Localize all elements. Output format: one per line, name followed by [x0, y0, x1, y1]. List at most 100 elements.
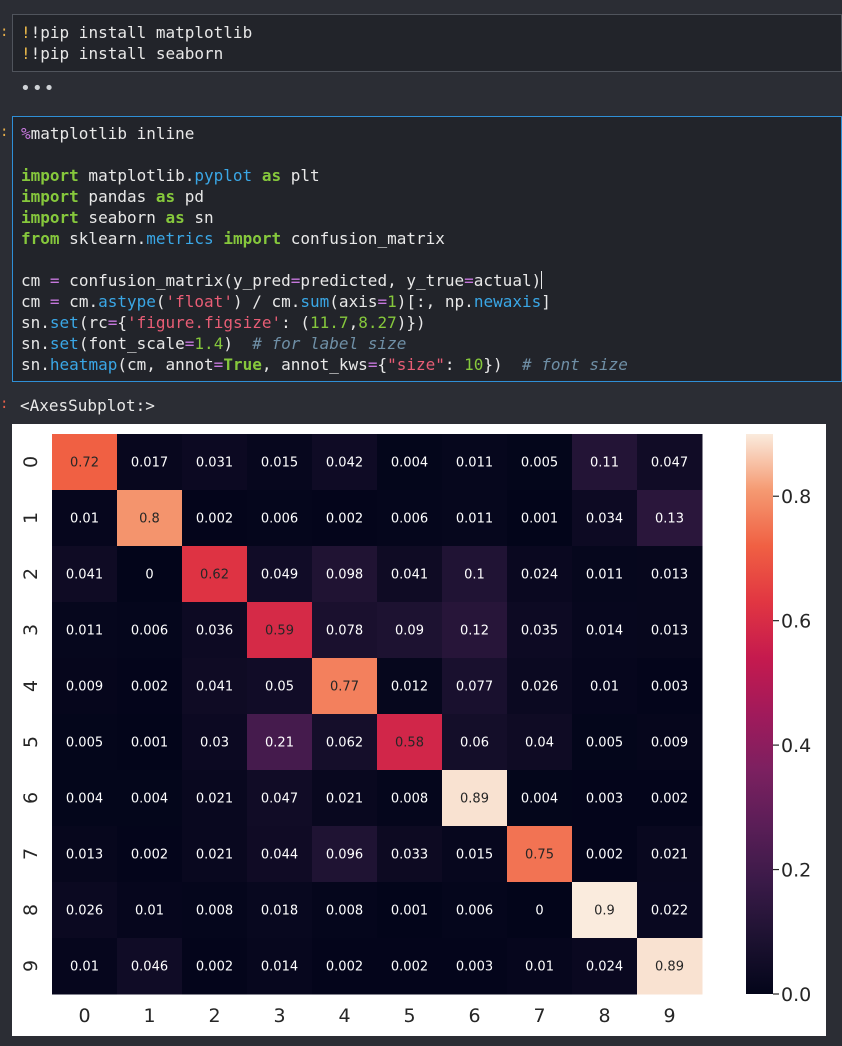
heatmap-cell-annotation: 0.014 [586, 624, 623, 639]
heatmap-cell-annotation: 0.042 [326, 456, 363, 471]
heatmap-cell-annotation: 0.9 [594, 904, 615, 919]
heatmap-cell-annotation: 0.008 [326, 904, 363, 919]
code-line: sn.set(font_scale=1.4) # for label size [21, 334, 407, 353]
heatmap-cell-annotation: 0.015 [261, 456, 298, 471]
y-tick-label: 5 [20, 736, 42, 748]
heatmap-cell-annotation: 0.006 [456, 904, 493, 919]
heatmap-cell-annotation: 0.017 [131, 456, 168, 471]
code-line: sn.heatmap(cm, annot=True, annot_kws={"s… [21, 355, 628, 374]
code-line: import seaborn as sn [21, 208, 214, 227]
heatmap-cell-annotation: 0.89 [655, 960, 684, 975]
heatmap-cell-annotation: 0.002 [131, 848, 168, 863]
code-cell-heatmap-source[interactable]: %matplotlib inline import matplotlib.pyp… [13, 117, 841, 375]
heatmap-cell-annotation: 0.002 [391, 960, 428, 975]
x-tick-label: 6 [468, 1005, 480, 1027]
text-cursor [541, 271, 543, 289]
heatmap-cell-annotation: 0.098 [326, 568, 363, 583]
x-tick-label: 0 [78, 1005, 90, 1027]
heatmap-cell-annotation: 0.01 [70, 512, 99, 527]
heatmap-cell-annotation: 0.015 [456, 848, 493, 863]
heatmap-cell-annotation: 0.011 [586, 568, 623, 583]
heatmap-cell-annotation: 0.026 [521, 680, 558, 695]
heatmap-cell-annotation: 0.002 [326, 512, 363, 527]
heatmap-cell-annotation: 0.021 [326, 792, 363, 807]
code-line: !!pip install matplotlib [21, 23, 253, 42]
code-cell-install-source[interactable]: !!pip install matplotlib !!pip install s… [13, 15, 841, 64]
heatmap-cell-annotation: 0.75 [525, 848, 554, 863]
heatmap-cell-annotation: 0.01 [135, 904, 164, 919]
colorbar-ticks: 0.0 0.2 0.4 0.6 0.8 [773, 486, 811, 1006]
heatmap-cell-annotation: 0.046 [131, 960, 168, 975]
heatmap-cell-annotation: 0.024 [586, 960, 623, 975]
heatmap-cell-annotation: 0.011 [456, 456, 493, 471]
heatmap-cell-annotation: 0.003 [586, 792, 623, 807]
colorbar-tick-label: 0.4 [781, 735, 811, 757]
heatmap-cell-annotation: 0.01 [525, 960, 554, 975]
y-tick-label: 7 [20, 848, 42, 860]
heatmap-cell-annotation: 0.062 [326, 736, 363, 751]
y-tick-label: 1 [20, 512, 42, 524]
heatmap-cell-annotation: 0.13 [655, 512, 684, 527]
y-tick-label: 6 [20, 792, 42, 804]
cell2-prompt-marker: : [0, 124, 9, 140]
code-line: from sklearn.metrics import confusion_ma… [21, 229, 445, 248]
heatmap-cell-annotation: 0.034 [586, 512, 623, 527]
heatmap-cell-annotation: 0.018 [261, 904, 298, 919]
code-cell-heatmap[interactable]: %matplotlib inline import matplotlib.pyp… [12, 116, 842, 382]
y-tick-label: 8 [20, 904, 42, 916]
collapsed-output-indicator[interactable]: ••• [20, 78, 56, 99]
heatmap-cell-annotation: 0.011 [66, 624, 103, 639]
code-line: sn.set(rc={'figure.figsize': (11.7,8.27)… [21, 313, 426, 332]
heatmap-cell-annotation: 0.013 [651, 568, 688, 583]
x-tick-label: 5 [403, 1005, 415, 1027]
heatmap-cell-annotation: 0.009 [651, 736, 688, 751]
heatmap-cell-annotation: 0.03 [200, 736, 229, 751]
heatmap-cell-annotation: 0.077 [456, 680, 493, 695]
heatmap-cell-annotation: 0.21 [265, 736, 294, 751]
heatmap-cell-annotation: 0.12 [460, 624, 489, 639]
heatmap-cell-annotation: 0.89 [460, 792, 489, 807]
x-tick-label: 4 [338, 1005, 350, 1027]
heatmap-cell-annotation: 0.006 [391, 512, 428, 527]
cell1-prompt-marker: : [0, 24, 9, 40]
heatmap-cell-annotation: 0.01 [70, 960, 99, 975]
code-cell-install[interactable]: !!pip install matplotlib !!pip install s… [12, 14, 842, 72]
heatmap-cell-annotation: 0.041 [391, 568, 428, 583]
heatmap-cell-annotation: 0.024 [521, 568, 558, 583]
heatmap-cell-annotation: 0.078 [326, 624, 363, 639]
heatmap-cell-annotation: 0.096 [326, 848, 363, 863]
colorbar-tick-label: 0.8 [781, 486, 811, 508]
heatmap-cell-annotation: 0.04 [525, 736, 554, 751]
colorbar [746, 434, 773, 994]
heatmap-cell-annotation: 0.014 [261, 960, 298, 975]
heatmap-cell-annotation: 0.09 [395, 624, 424, 639]
heatmap-cell-annotation: 0.036 [196, 624, 233, 639]
heatmap-cell-annotation: 0.011 [456, 512, 493, 527]
heatmap-cell-annotation: 0.006 [261, 512, 298, 527]
heatmap-cell-annotation: 0.72 [70, 456, 99, 471]
heatmap-cell-annotation: 0.1 [464, 568, 485, 583]
heatmap-cell-annotation: 0.004 [391, 456, 428, 471]
y-tick-labels: 0 1 2 3 4 5 6 7 8 9 [20, 456, 42, 972]
x-tick-label: 7 [533, 1005, 545, 1027]
heatmap-cell-annotation: 0.77 [330, 680, 359, 695]
heatmap-cell-annotation: 0.044 [261, 848, 298, 863]
x-tick-labels: 0 1 2 3 4 5 6 7 8 9 [78, 1005, 675, 1027]
y-tick-label: 9 [20, 960, 42, 972]
colorbar-tick-label: 0.0 [781, 984, 811, 1006]
y-tick-label: 3 [20, 624, 42, 636]
heatmap-cell-annotation: 0.11 [590, 456, 619, 471]
x-tick-label: 1 [143, 1005, 155, 1027]
output-prompt-marker: : [0, 396, 9, 412]
x-tick-label: 9 [663, 1005, 675, 1027]
heatmap-cell-annotation: 0.001 [391, 904, 428, 919]
x-tick-label: 2 [208, 1005, 220, 1027]
heatmap-cell-annotation: 0.021 [651, 848, 688, 863]
heatmap-cell-annotation: 0.049 [261, 568, 298, 583]
code-line: cm = cm.astype('float') / cm.sum(axis=1)… [21, 292, 551, 311]
heatmap-cell-annotation: 0.002 [651, 792, 688, 807]
heatmap-cell-annotation: 0.59 [265, 624, 294, 639]
heatmap-cell-annotation: 0.58 [395, 736, 424, 751]
x-tick-label: 3 [273, 1005, 285, 1027]
